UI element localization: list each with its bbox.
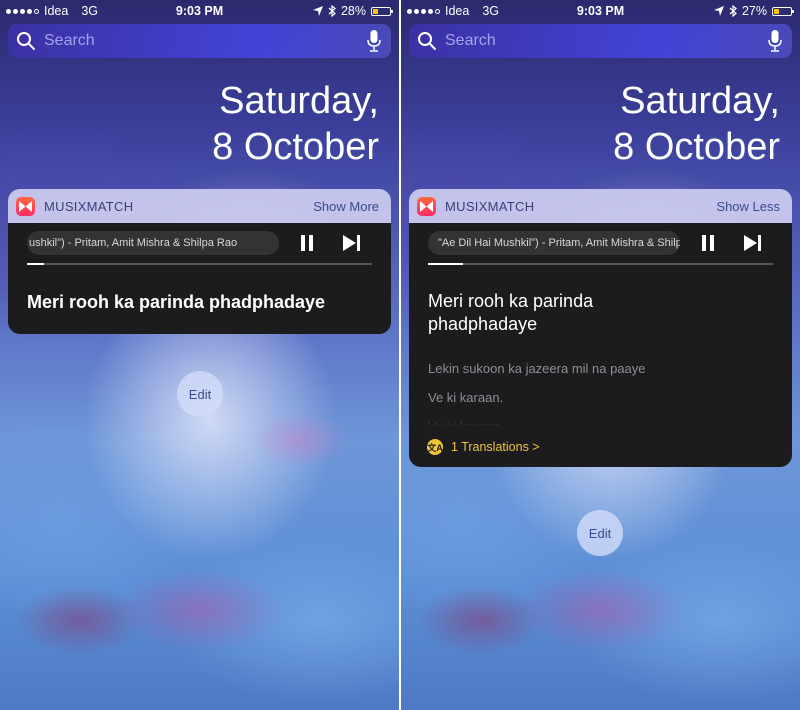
battery-fill — [373, 8, 379, 14]
playback-progress[interactable] — [27, 263, 372, 265]
next-track-icon[interactable] — [744, 235, 762, 251]
player-controls: ushkil") - Pritam, Amit Mishra & Shilpa … — [27, 223, 372, 263]
battery-percent: 27% — [741, 4, 767, 18]
battery-icon — [371, 6, 393, 16]
battery-percent: 28% — [340, 4, 366, 18]
current-lyric: Meri rooh ka parinda phadphadaye — [428, 291, 594, 334]
musixmatch-logo-icon — [16, 196, 35, 216]
next-track-icon[interactable] — [343, 235, 361, 251]
battery-fill — [774, 8, 779, 14]
search-bar[interactable] — [8, 24, 391, 58]
widget-header: MUSIXMATCH Show More — [8, 189, 391, 223]
battery-icon — [772, 6, 794, 16]
bluetooth-icon — [328, 5, 336, 17]
translations-link[interactable]: 文A 1 Translations > — [427, 427, 773, 467]
date-weekday: Saturday, — [620, 80, 780, 122]
track-title[interactable]: ushkil") - Pritam, Amit Mishra & Shilpa … — [27, 231, 279, 255]
progress-fill — [27, 263, 45, 265]
translations-label: 1 Translations > — [451, 440, 540, 454]
date-display: Saturday, 8 October — [212, 78, 379, 170]
current-lyric: Meri rooh ka parinda phadphadaye — [27, 292, 326, 312]
progress-fill — [428, 263, 463, 265]
status-bar: Idea 3G 9:03 PM 28% — [0, 0, 399, 22]
date-display: Saturday, 8 October — [613, 78, 780, 170]
microphone-icon[interactable] — [768, 30, 782, 52]
next-lyric-line: Ve ki karaan. — [428, 390, 504, 405]
search-bar[interactable] — [409, 24, 792, 58]
date-weekday: Saturday, — [219, 80, 379, 122]
musixmatch-widget: MUSIXMATCH Show Less "Ae Dil Hai Mushkil… — [409, 189, 792, 467]
translate-icon: 文A — [427, 439, 443, 455]
search-input[interactable] — [445, 32, 745, 50]
status-right: 27% — [713, 4, 794, 18]
bluetooth-icon — [729, 5, 737, 17]
app-name: MUSIXMATCH — [445, 198, 535, 214]
search-icon — [418, 32, 436, 50]
musixmatch-logo-icon — [417, 196, 436, 216]
location-arrow-icon — [312, 6, 323, 16]
location-arrow-icon — [713, 6, 724, 16]
status-bar: Idea 3G 9:03 PM 27% — [401, 0, 800, 22]
show-less-button[interactable]: Show Less — [716, 199, 780, 214]
widget-header: MUSIXMATCH Show Less — [409, 189, 792, 223]
edit-button[interactable]: Edit — [177, 371, 223, 417]
next-lyric-line-faded: Ve ki karaan. — [428, 419, 504, 427]
app-name: MUSIXMATCH — [44, 198, 134, 214]
status-right: 28% — [312, 4, 393, 18]
search-input[interactable] — [44, 32, 344, 50]
widget-body: "Ae Dil Hai Mushkil") - Pritam, Amit Mis… — [409, 223, 792, 467]
search-icon — [17, 32, 35, 50]
pause-icon[interactable] — [300, 235, 314, 251]
next-lyric-line: Lekin sukoon ka jazeera mil na paaye — [428, 361, 646, 376]
date-day-month: 8 October — [613, 126, 780, 168]
pause-icon[interactable] — [701, 235, 715, 251]
show-more-button[interactable]: Show More — [313, 199, 379, 214]
microphone-icon[interactable] — [367, 30, 381, 52]
screen-collapsed-widget: Idea 3G 9:03 PM 28% Saturday, 8 October … — [0, 0, 399, 710]
date-day-month: 8 October — [212, 126, 379, 168]
player-controls: "Ae Dil Hai Mushkil") - Pritam, Amit Mis… — [428, 223, 773, 263]
musixmatch-widget: MUSIXMATCH Show More ushkil") - Pritam, … — [8, 189, 391, 334]
playback-progress[interactable] — [428, 263, 773, 265]
track-title[interactable]: "Ae Dil Hai Mushkil") - Pritam, Amit Mis… — [428, 231, 680, 255]
edit-button[interactable]: Edit — [577, 510, 623, 556]
widget-body: ushkil") - Pritam, Amit Mishra & Shilpa … — [8, 223, 391, 334]
screen-expanded-widget: Idea 3G 9:03 PM 27% Saturday, 8 October … — [401, 0, 800, 710]
